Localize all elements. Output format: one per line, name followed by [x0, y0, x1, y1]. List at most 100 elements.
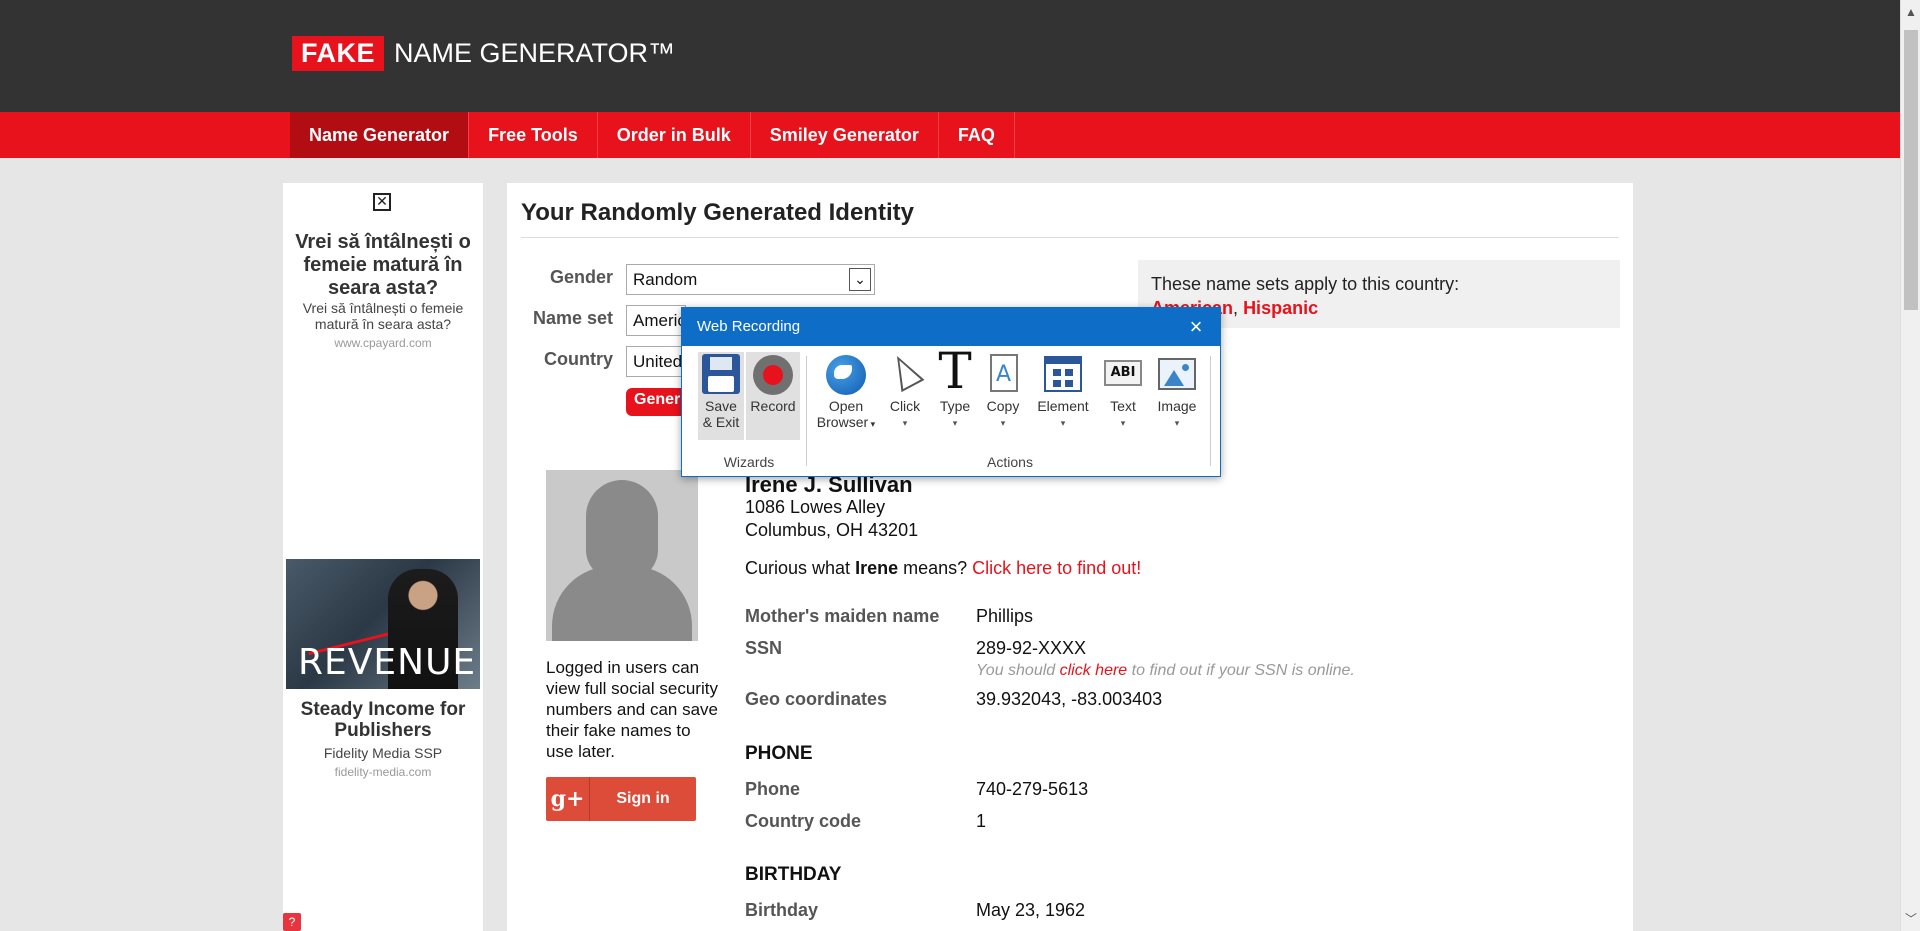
phone-value: 740-279-5613 — [976, 779, 1089, 799]
copy-document-icon — [982, 354, 1024, 396]
identity-panel: Your Randomly Generated Identity Gender … — [507, 183, 1633, 931]
open-browser-button[interactable]: Open Browser ▾ — [814, 352, 878, 440]
save-exit-button[interactable]: Save & Exit — [698, 352, 744, 440]
chevron-down-icon[interactable]: ⌄ — [849, 268, 871, 291]
record-button[interactable]: Record — [746, 352, 800, 440]
maiden-name-label: Mother's maiden name — [745, 606, 940, 626]
copy-chevron-down-icon[interactable]: ▾ — [980, 418, 1026, 429]
text-field-icon: ABI — [1102, 354, 1144, 396]
text-button[interactable]: ABI Text ▾ — [1100, 352, 1146, 440]
google-signin-button[interactable]: g+ Sign in — [546, 777, 696, 821]
globe-icon — [825, 354, 867, 396]
ad2-title[interactable]: Steady Income for Publishers — [283, 699, 483, 741]
country-label: Country — [544, 349, 613, 369]
click-chevron-down-icon[interactable]: ▾ — [882, 418, 928, 429]
ssn-note: You should click here to find out if you… — [976, 662, 1355, 680]
geo-coordinates-link[interactable]: 39.932043, -83.003403 — [976, 689, 1162, 710]
actions-group-label: Actions — [987, 454, 1033, 470]
nameset-link-hispanic[interactable]: Hispanic — [1243, 298, 1318, 318]
type-chevron-down-icon[interactable]: ▾ — [932, 418, 978, 429]
nameset-link-separator: , — [1233, 298, 1244, 318]
ad2-subtitle[interactable]: Fidelity Media SSP — [283, 745, 483, 761]
site-logo[interactable]: FAKE NAME GENERATOR™ — [292, 36, 675, 71]
sidebar-ads: ✕ Vrei să întâlnești o femeie matură în … — [283, 183, 483, 931]
nav-item-order-in-bulk[interactable]: Order in Bulk — [598, 112, 751, 158]
type-label: Type — [939, 398, 971, 414]
page-scrollbar[interactable]: ▲ ﹀ — [1900, 0, 1920, 931]
main-nav: Name Generator Free Tools Order in Bulk … — [0, 112, 1900, 158]
gender-label: Gender — [549, 267, 613, 287]
site-header: FAKE NAME GENERATOR™ — [0, 0, 1900, 112]
ad1-url[interactable]: www.cpayard.com — [283, 336, 483, 350]
curious-prefix: Curious what — [745, 558, 856, 578]
copy-button[interactable]: Copy ▾ — [980, 352, 1026, 440]
nav-item-smiley-generator[interactable]: Smiley Generator — [751, 112, 939, 158]
type-t-glyph: T — [938, 342, 972, 400]
logo-wordmark: NAME GENERATOR™ — [394, 38, 676, 68]
ad-help-icon[interactable]: ? — [283, 913, 301, 931]
nameset-select-value: Americ — [633, 311, 686, 330]
country-select[interactable]: United — [626, 346, 686, 377]
cursor-arrow-icon — [884, 349, 926, 396]
scroll-down-icon[interactable]: ﹀ — [1901, 909, 1920, 929]
name-meaning-line: Curious what Irene means? Click here to … — [745, 558, 1141, 579]
group-divider — [806, 356, 807, 466]
ad1-subtitle[interactable]: Vrei să întâlnești o femeie matură în se… — [283, 300, 483, 332]
record-label: Record — [750, 398, 796, 414]
close-icon[interactable]: × — [1182, 313, 1210, 341]
copy-label: Copy — [986, 398, 1020, 414]
page-title: Your Randomly Generated Identity — [521, 199, 914, 226]
ad2-url[interactable]: fidelity-media.com — [283, 765, 483, 779]
click-label: Click — [889, 398, 921, 414]
group-divider-end — [1210, 356, 1211, 466]
ad-close-icon[interactable]: ✕ — [373, 193, 391, 211]
ad2-image[interactable]: REVENUE — [286, 559, 480, 689]
nameset-info-text: These name sets apply to this country: — [1151, 274, 1460, 294]
name-meaning-link[interactable]: Click here to find out! — [972, 558, 1141, 578]
nav-item-free-tools[interactable]: Free Tools — [469, 112, 598, 158]
curious-mid: means? — [898, 558, 973, 578]
scroll-up-icon[interactable]: ▲ — [1901, 2, 1920, 22]
ssn-note-suffix: to find out if your SSN is online. — [1127, 662, 1355, 679]
nameset-label: Name set — [532, 308, 613, 328]
click-button[interactable]: Click ▾ — [882, 349, 928, 440]
element-chevron-down-icon[interactable]: ▾ — [1032, 418, 1094, 429]
image-label: Image — [1157, 398, 1197, 414]
scroll-thumb[interactable] — [1904, 30, 1918, 310]
dialog-title[interactable]: Web Recording — [682, 308, 1220, 346]
nameset-select[interactable]: Americ — [626, 305, 686, 336]
title-divider — [521, 237, 1619, 238]
address-line2: Columbus, OH 43201 — [745, 520, 919, 540]
phone-label: Phone — [745, 779, 801, 799]
login-note: Logged in users can view full social sec… — [546, 658, 718, 761]
maiden-name-value: Phillips — [976, 606, 1034, 626]
image-picture-icon — [1156, 354, 1198, 396]
ad1-title[interactable]: Vrei să întâlnești o femeie matură în se… — [283, 231, 483, 300]
google-plus-icon: g+ — [546, 777, 590, 821]
type-t-icon: T — [934, 346, 976, 396]
nav-item-name-generator[interactable]: Name Generator — [290, 112, 470, 158]
phone-section-heading: PHONE — [745, 743, 813, 764]
avatar — [546, 470, 698, 641]
floppy-disk-icon — [700, 354, 742, 396]
wizards-group-label: Wizards — [723, 454, 775, 470]
type-button[interactable]: T Type ▾ — [932, 346, 978, 440]
country-select-value: United — [633, 352, 683, 371]
open-browser-label-1: Open — [828, 398, 864, 414]
open-browser-label-2: Browser — [816, 414, 869, 430]
text-chevron-down-icon[interactable]: ▾ — [1100, 418, 1146, 429]
nav-item-faq[interactable]: FAQ — [939, 112, 1015, 158]
element-label: Element — [1037, 398, 1089, 414]
gender-select[interactable]: Random ⌄ — [626, 264, 875, 295]
image-chevron-down-icon[interactable]: ▾ — [1152, 418, 1202, 429]
text-field-glyph: ABI — [1104, 360, 1142, 386]
ssn-check-link[interactable]: click here — [1060, 662, 1128, 679]
ad2-image-text: REVENUE — [298, 642, 477, 683]
gender-select-value: Random — [633, 270, 698, 289]
recording-ribbon: Save & Exit Record Wizards Open Browser ▾… — [682, 346, 1220, 476]
address-line1: 1086 Lowes Alley — [745, 497, 886, 517]
element-button[interactable]: Element ▾ — [1032, 352, 1094, 440]
birthday-section-heading: BIRTHDAY — [745, 864, 842, 885]
image-button[interactable]: Image ▾ — [1152, 352, 1202, 440]
country-code-label: Country code — [745, 811, 862, 831]
